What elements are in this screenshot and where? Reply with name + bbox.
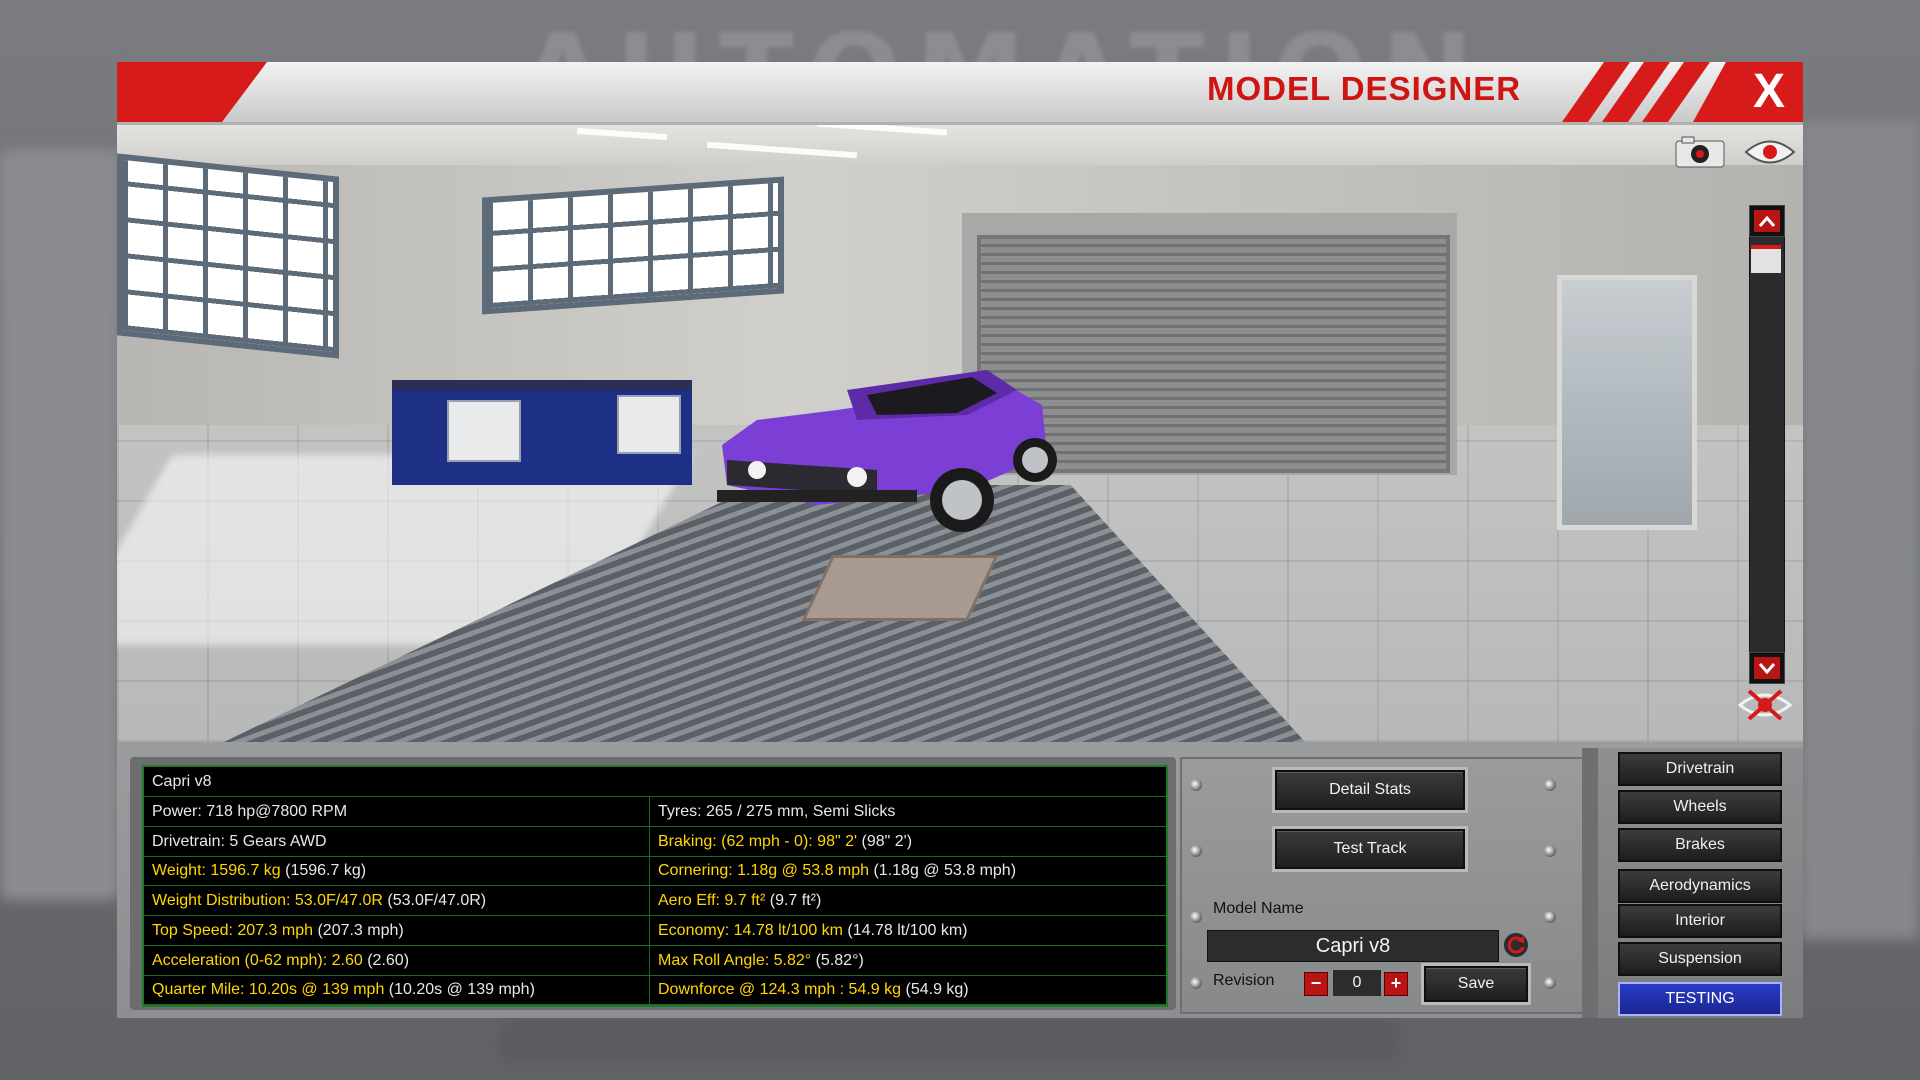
designer-nav: Drivetrain Wheels Brakes Aerodynamics Interi…: [1598, 748, 1803, 1018]
stats-row-left: Drivetrain: 5 Gears AWD: [144, 827, 649, 857]
garage-window-center: [482, 176, 784, 315]
stats-row-right: Tyres: 265 / 275 mm, Semi Slicks: [650, 797, 1166, 827]
stat-value: Quarter Mile: 10.20s @ 139 mph: [152, 981, 385, 999]
chevron-up-icon: [1754, 210, 1780, 232]
stat-value: Cornering: 1.18g @ 53.8 mph: [658, 862, 870, 880]
rivet: [1544, 911, 1556, 923]
revision-value: 0: [1333, 970, 1381, 996]
window-title: MODEL DESIGNER: [1207, 70, 1522, 107]
stat-compare-value: (1596.7 kg): [280, 862, 367, 880]
model-name-label: Model Name: [1213, 900, 1304, 917]
nav-brakes-button[interactable]: Brakes: [1618, 828, 1782, 862]
background-panel-left: [0, 150, 120, 900]
stats-row-left: Acceleration (0-62 mph): 2.60 (2.60): [144, 946, 649, 976]
stat-value: Downforce @ 124.3 mph : 54.9 kg: [658, 981, 902, 999]
stat-compare-value: (10.20s @ 139 mph): [384, 981, 535, 999]
background-panel-right: [1800, 120, 1920, 940]
model-name-field[interactable]: Capri v8: [1207, 930, 1499, 962]
camera-icon[interactable]: [1674, 135, 1726, 169]
stat-value: Economy: 14.78 lt/100 km: [658, 921, 843, 939]
stats-row-right: Economy: 14.78 lt/100 km (14.78 lt/100 k…: [650, 916, 1166, 946]
refresh-name-button[interactable]: [1503, 932, 1529, 958]
car-model[interactable]: [717, 365, 1107, 555]
stat-value: Max Roll Angle: 5.82°: [658, 951, 812, 969]
rivet: [1190, 845, 1202, 857]
stat-compare-value: (2.60): [362, 951, 410, 969]
stats-row-left: Power: 718 hp@7800 RPM: [144, 797, 649, 827]
detail-stats-button[interactable]: Detail Stats: [1275, 770, 1465, 810]
zoom-scrollbar-thumb[interactable]: [1751, 245, 1781, 273]
stat-value: Weight Distribution: 53.0F/47.0R: [152, 892, 383, 910]
stats-row-right: Braking: (62 mph - 0): 98" 2' (98" 2'): [650, 827, 1166, 857]
eye-icon[interactable]: [1744, 135, 1796, 169]
workbench: [392, 380, 692, 485]
rivet: [1544, 779, 1556, 791]
save-button[interactable]: Save: [1424, 966, 1528, 1002]
garage-ceiling: [117, 125, 1803, 165]
nav-rail: [1582, 748, 1598, 1018]
stats-row-left: Quarter Mile: 10.20s @ 139 mph (10.20s @…: [144, 975, 649, 1006]
stats-row-left: Weight: 1596.7 kg (1596.7 kg): [144, 856, 649, 887]
stat-compare-value: (53.0F/47.0R): [382, 892, 487, 910]
stat-compare-value: (9.7 ft²): [765, 892, 822, 910]
revision-decrement-button[interactable]: −: [1304, 972, 1328, 996]
car-lift: [801, 555, 999, 621]
nav-drivetrain-button[interactable]: Drivetrain: [1618, 752, 1782, 786]
chevron-down-icon: [1754, 657, 1780, 679]
stat-value: Tyres: 265 / 275 mm, Semi Slicks: [658, 803, 896, 820]
stat-value: Drivetrain: 5 Gears AWD: [152, 832, 327, 850]
close-button[interactable]: X: [1741, 64, 1797, 120]
nav-aerodynamics-button[interactable]: Aerodynamics: [1618, 869, 1782, 903]
stat-value: Power: 718 hp@7800 RPM: [152, 803, 348, 820]
stats-row-right: Aero Eff: 9.7 ft² (9.7 ft²): [650, 886, 1166, 917]
nav-suspension-button[interactable]: Suspension: [1618, 942, 1782, 976]
stats-table: Capri v8 Power: 718 hp@7800 RPM Drivetrai…: [142, 765, 1168, 1007]
scroll-up-button[interactable]: [1749, 205, 1785, 237]
background-footer: [500, 1020, 1400, 1060]
stat-value: Braking: (62 mph - 0): 98" 2': [658, 832, 858, 850]
stat-compare-value: (98" 2'): [857, 832, 913, 850]
stat-compare-value: (54.9 kg): [901, 981, 969, 999]
stats-row-right: Downforce @ 124.3 mph : 54.9 kg (54.9 kg…: [650, 975, 1166, 1006]
nav-testing-button[interactable]: TESTING: [1618, 982, 1782, 1016]
revision-label: Revision: [1213, 972, 1275, 989]
stats-row-right: Cornering: 1.18g @ 53.8 mph (1.18g @ 53.…: [650, 856, 1166, 887]
test-track-button[interactable]: Test Track: [1275, 829, 1465, 869]
nav-interior-button[interactable]: Interior: [1618, 904, 1782, 938]
title-bar: MODEL DESIGNER X: [117, 62, 1803, 125]
rivet: [1190, 911, 1202, 923]
title-bar-red-accent: [117, 62, 267, 122]
rivet: [1544, 845, 1556, 857]
revision-increment-button[interactable]: +: [1384, 972, 1408, 996]
stats-model-name: Capri v8: [152, 773, 212, 790]
hide-ui-icon[interactable]: [1737, 685, 1793, 725]
refresh-icon: [1504, 933, 1528, 957]
stats-row-right: Max Roll Angle: 5.82° (5.82°): [650, 946, 1166, 976]
stat-value: Acceleration (0-62 mph): 2.60: [152, 951, 363, 969]
stat-value: Top Speed: 207.3 mph: [152, 921, 314, 939]
scroll-down-button[interactable]: [1749, 652, 1785, 684]
nav-wheels-button[interactable]: Wheels: [1618, 790, 1782, 824]
stat-compare-value: (5.82°): [811, 951, 864, 969]
stat-compare-value: (1.18g @ 53.8 mph): [869, 862, 1017, 880]
side-door: [1557, 275, 1697, 530]
stats-row-left: Top Speed: 207.3 mph (207.3 mph): [144, 916, 649, 946]
stat-compare-value: (207.3 mph): [313, 921, 404, 939]
garage-window-left: [117, 153, 339, 359]
stats-title-row: Capri v8: [144, 767, 1166, 797]
stats-row-left: Weight Distribution: 53.0F/47.0R (53.0F/…: [144, 886, 649, 917]
stat-value: Aero Eff: 9.7 ft²: [658, 892, 766, 910]
rivet: [1190, 977, 1202, 989]
stat-value: Weight: 1596.7 kg: [152, 862, 281, 880]
rivet: [1544, 977, 1556, 989]
stat-compare-value: (14.78 lt/100 km): [842, 921, 968, 939]
rivet: [1190, 779, 1202, 791]
garage-viewport[interactable]: [117, 125, 1803, 742]
